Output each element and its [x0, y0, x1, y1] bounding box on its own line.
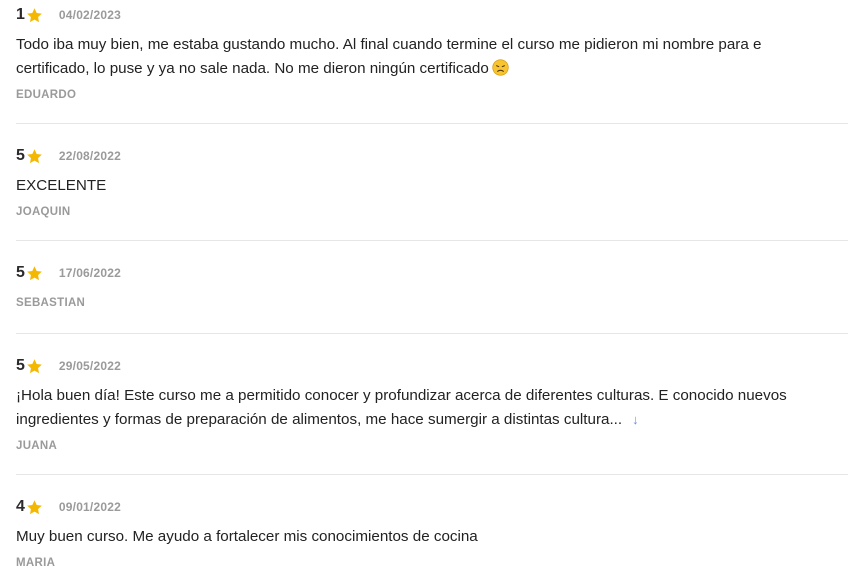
review-item: 4 09/01/2022 Muy buen curso. Me ayudo a … [16, 497, 848, 569]
review-text: Muy buen curso. Me ayudo a fortalecer mi… [16, 528, 478, 545]
star-icon [27, 148, 42, 163]
divider [16, 123, 848, 124]
star-icon [27, 358, 42, 373]
review-header: 4 09/01/2022 [16, 497, 848, 517]
review-header: 5 22/08/2022 [16, 146, 848, 166]
review-item: 5 17/06/2022 SEBASTIAN [16, 263, 848, 309]
review-author: SEBASTIAN [16, 297, 86, 309]
star-icon [27, 265, 42, 280]
star-icon [27, 7, 42, 22]
star-icon [27, 499, 42, 514]
rating-value: 4 [16, 498, 25, 515]
review-author: MARIA [16, 557, 56, 569]
review-item: 1 04/02/2023 Todo iba muy bien, me estab… [16, 5, 848, 101]
review-item: 5 29/05/2022 ¡Hola buen día! Este curso … [16, 356, 848, 452]
review-date: 22/08/2022 [58, 149, 121, 163]
arrow-down-icon[interactable]: ↓ [632, 408, 639, 432]
disappointed-face-icon [492, 59, 509, 76]
review-header: 1 04/02/2023 [16, 5, 848, 25]
rating-value: 5 [16, 147, 25, 164]
divider [16, 240, 848, 241]
review-item: 5 22/08/2022 EXCELENTE JOAQUIN [16, 146, 848, 218]
review-date: 17/06/2022 [58, 266, 121, 280]
review-author: JOAQUIN [16, 206, 71, 218]
review-date: 29/05/2022 [58, 359, 121, 373]
review-header: 5 29/05/2022 [16, 356, 848, 376]
review-text-wrap: Todo iba muy bien, me estaba gustando mu… [16, 33, 816, 81]
review-date: 04/02/2023 [58, 8, 121, 22]
review-text-wrap: ¡Hola buen día! Este curso me a permitid… [16, 384, 826, 432]
review-header: 5 17/06/2022 [16, 263, 848, 283]
review-author: EDUARDO [16, 89, 77, 101]
review-date: 09/01/2022 [58, 500, 121, 514]
review-text: ¡Hola buen día! Este curso me a permitid… [16, 387, 787, 428]
rating-value: 5 [16, 357, 25, 374]
review-author: JUANA [16, 440, 58, 452]
reviews-list: 1 04/02/2023 Todo iba muy bien, me estab… [0, 0, 861, 574]
review-text: Todo iba muy bien, me estaba gustando mu… [16, 36, 762, 77]
review-text: EXCELENTE [16, 177, 107, 194]
divider [16, 333, 848, 334]
rating-value: 1 [16, 6, 25, 23]
rating-value: 5 [16, 264, 25, 281]
divider [16, 474, 848, 475]
